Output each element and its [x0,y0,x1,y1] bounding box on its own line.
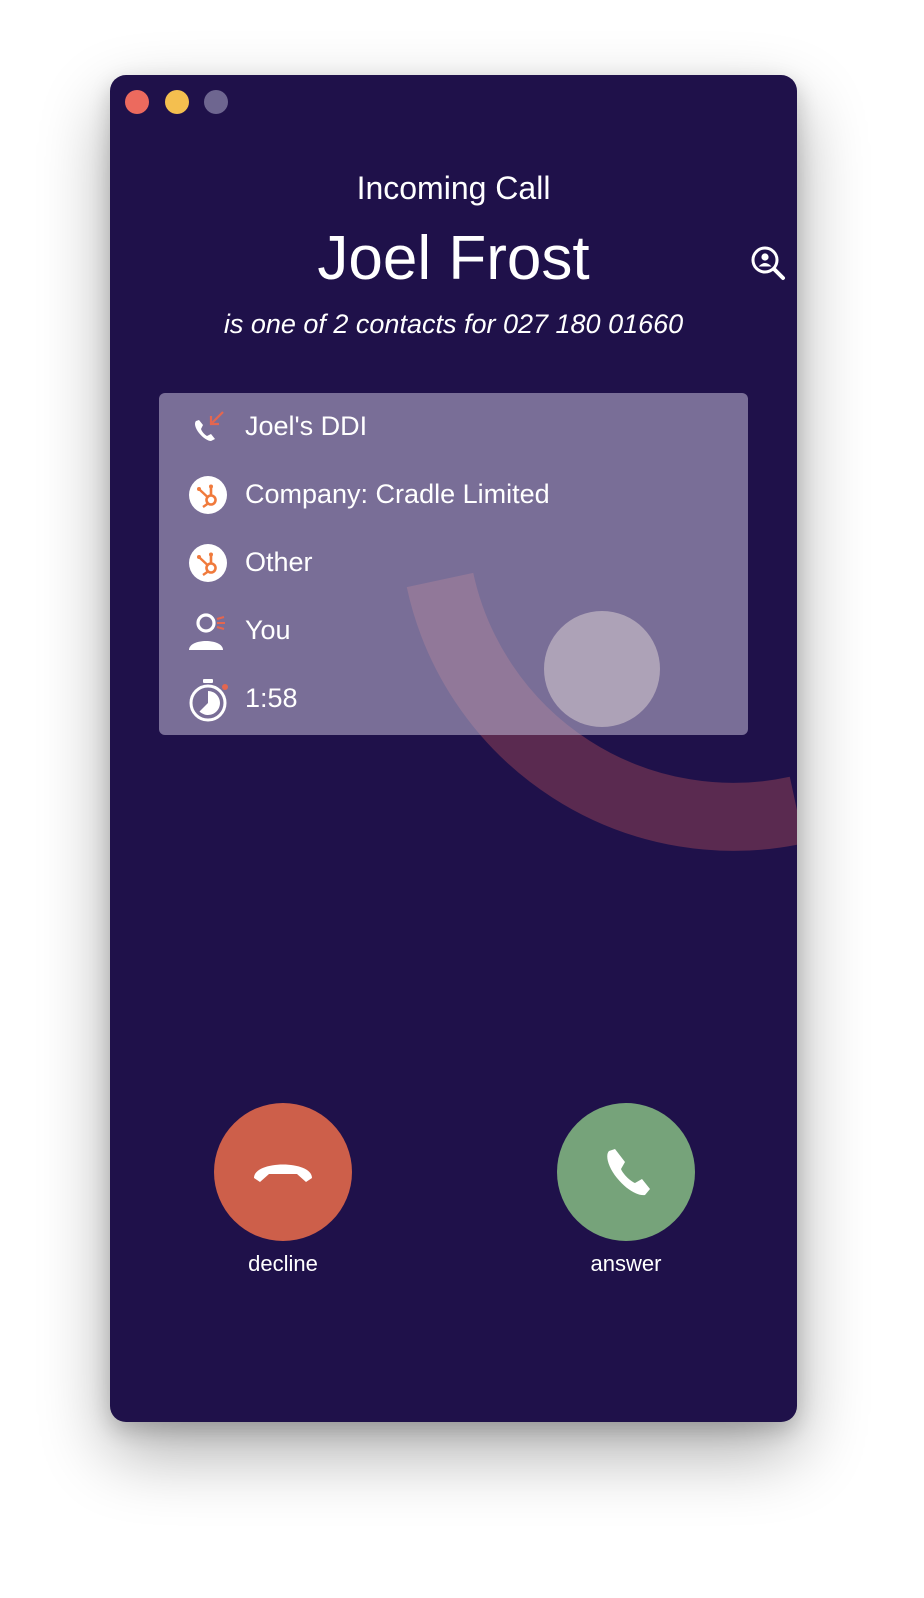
detail-row-duration: 1:58 [159,670,748,726]
decline-label: decline [248,1251,318,1276]
window-close-button[interactable] [125,90,149,114]
window-zoom-button[interactable] [204,90,228,114]
hubspot-icon [189,544,227,582]
contact-lookup-button[interactable] [750,245,786,281]
detail-row-ddi: Joel's DDI [159,398,748,454]
hang-up-phone-icon [254,1164,312,1182]
answer-label: answer [590,1251,662,1276]
detail-row-company: Company: Cradle Limited [159,466,748,522]
answer-button[interactable] [557,1103,695,1241]
search-person-icon [751,246,785,280]
user-owner-icon [189,613,225,650]
detail-text: Joel's DDI [245,411,368,441]
detail-text: You [245,615,291,645]
incoming-call-window: Incoming Call Joel Frost is one of 2 con… [110,75,797,1422]
detail-text: 1:58 [245,683,298,713]
stopwatch-icon [189,679,228,722]
decline-button[interactable] [214,1103,352,1241]
phone-icon [607,1149,650,1196]
contact-match-subtitle: is one of 2 contacts for 027 180 01660 [223,309,684,339]
detail-row-owner: You [159,602,748,658]
window-minimize-button[interactable] [165,90,189,114]
contact-name: Joel Frost [317,224,590,293]
hubspot-icon [189,476,227,514]
detail-text: Company: Cradle Limited [245,479,550,509]
contact-details-panel: Joel's DDI Company: Cradle Limited Other… [159,393,748,735]
call-status-title: Incoming Call [356,170,551,206]
detail-row-other: Other [159,534,748,590]
detail-text: Other [245,547,313,577]
incoming-call-icon [195,411,224,441]
